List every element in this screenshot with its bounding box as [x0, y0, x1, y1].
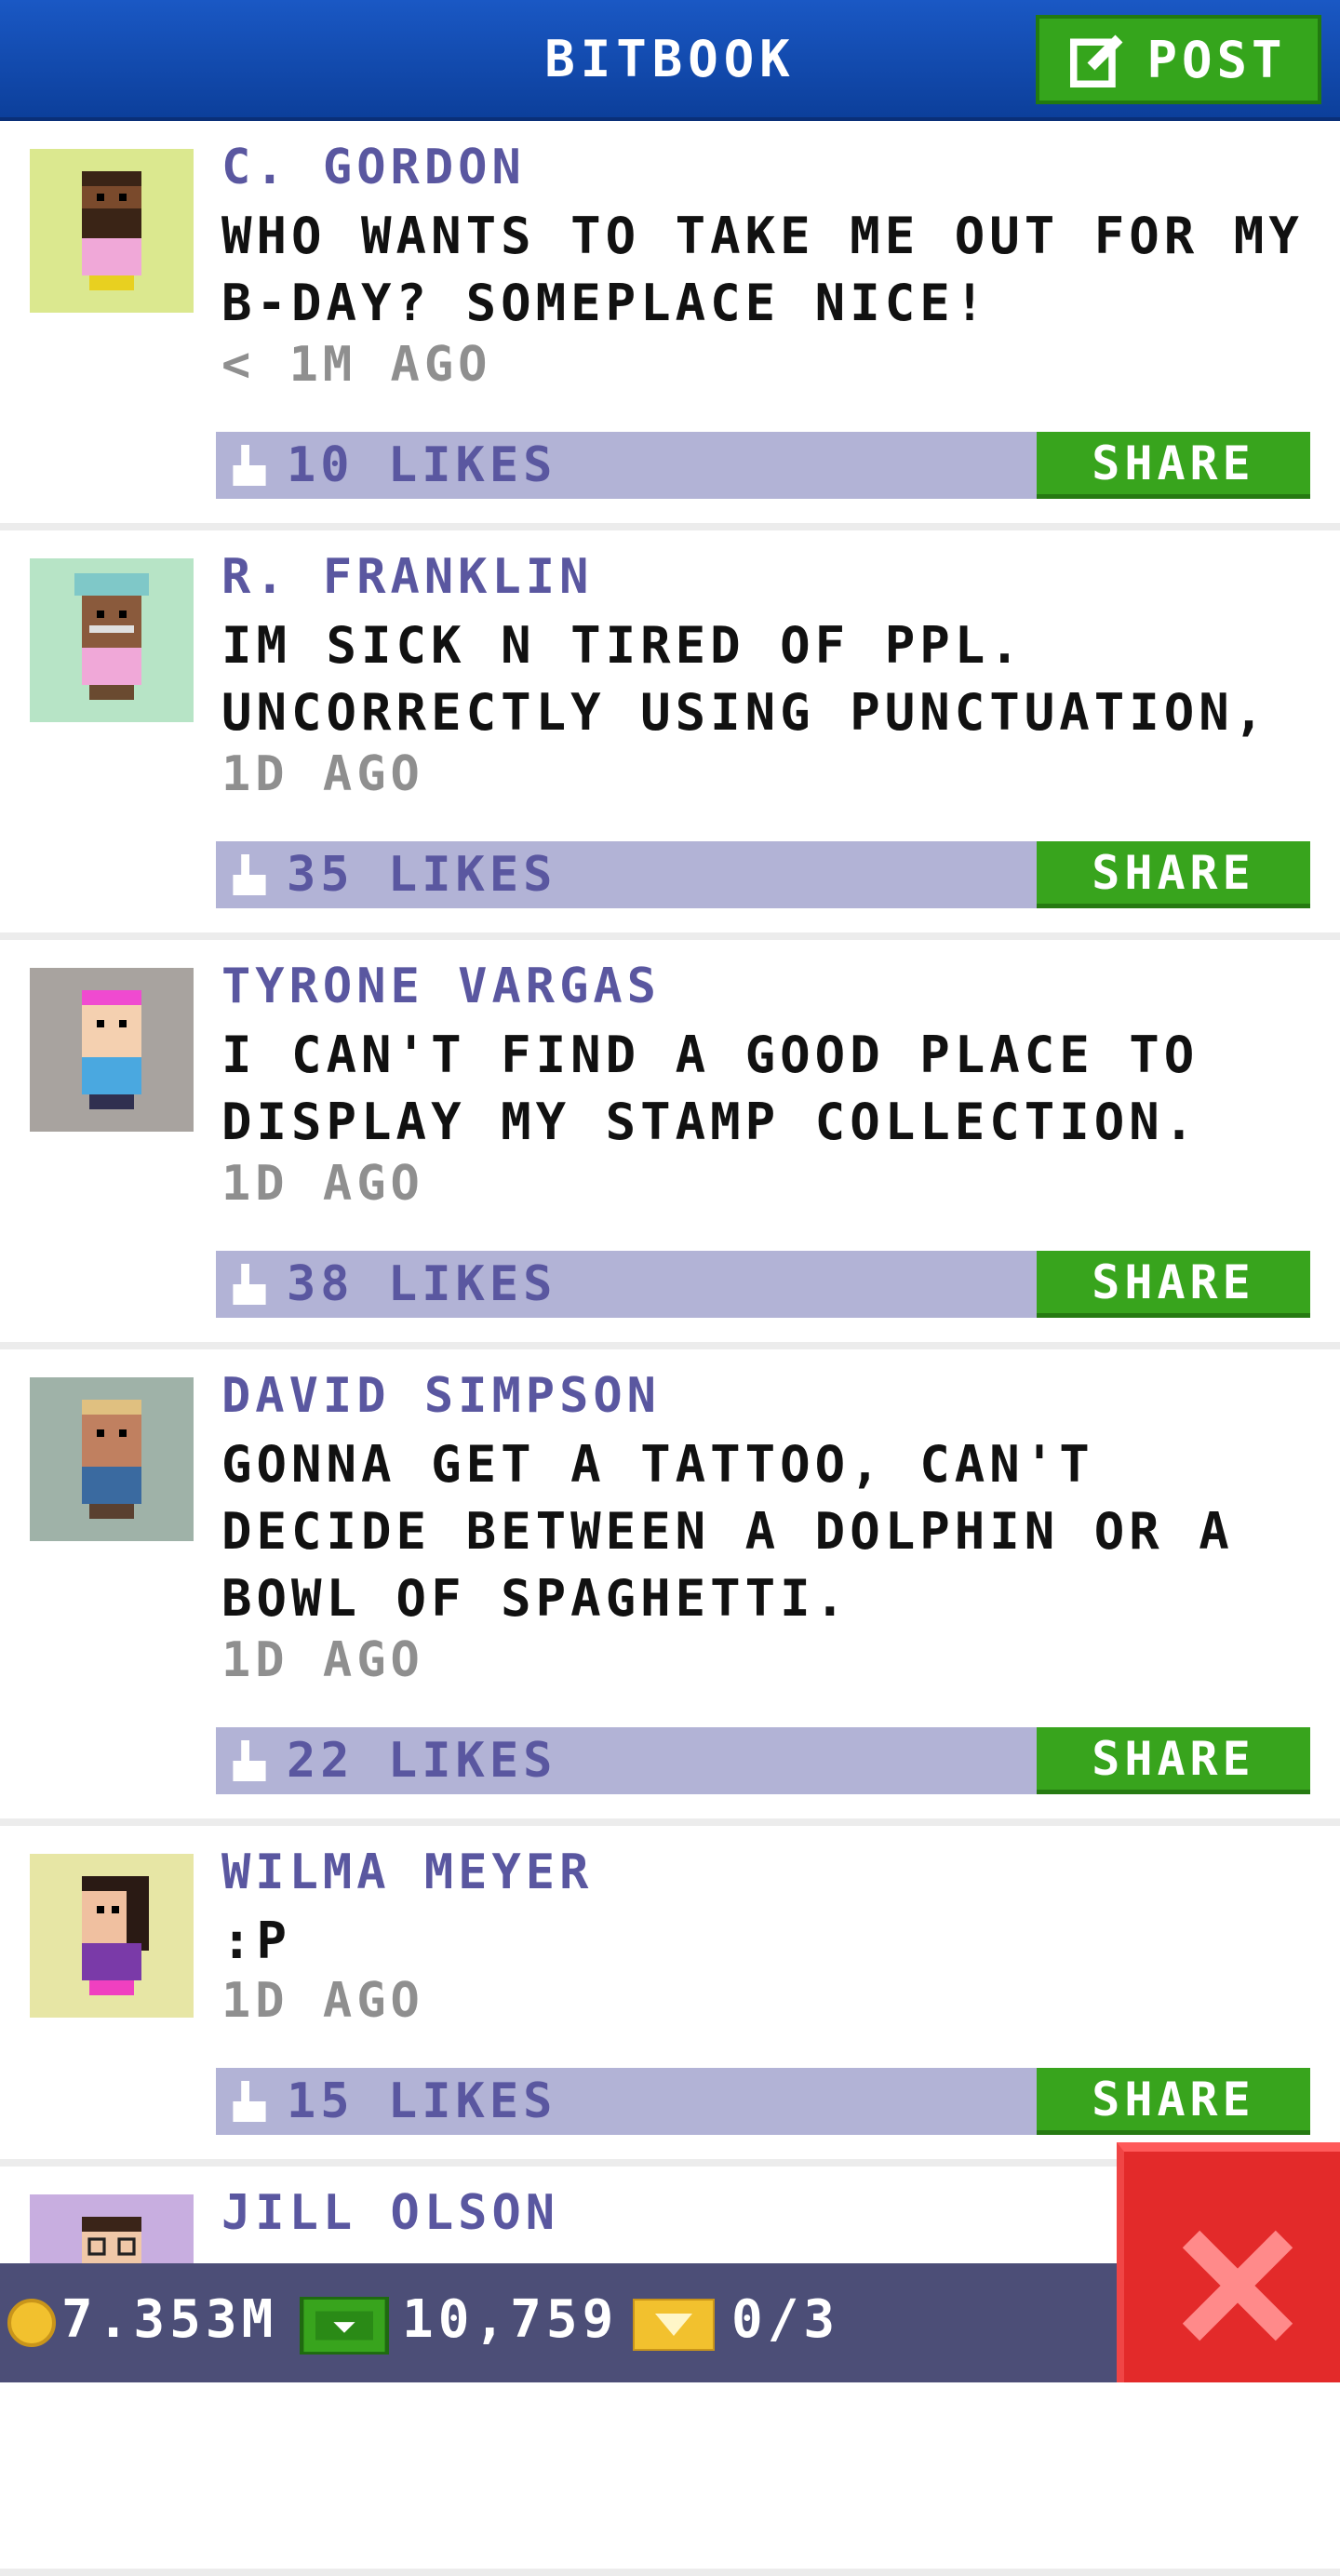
- like-bar[interactable]: 22 LIKES SHARE: [216, 1727, 1310, 1794]
- post-time: 1D AGO: [221, 1632, 424, 1688]
- avatar-bg: [30, 558, 194, 722]
- avatar[interactable]: [30, 1854, 194, 2018]
- post-author[interactable]: DAVID SIMPSON: [221, 1368, 661, 1424]
- avatar[interactable]: [30, 1377, 194, 1541]
- like-count: 22 LIKES: [287, 1733, 557, 1789]
- thumbs-up-icon: [233, 1740, 266, 1781]
- avatar[interactable]: [30, 558, 194, 722]
- thumbs-up-icon: [233, 445, 266, 486]
- avatar-bg: [30, 968, 194, 1132]
- share-button[interactable]: SHARE: [1037, 2068, 1310, 2135]
- like-bar[interactable]: 15 LIKES SHARE: [216, 2068, 1310, 2135]
- post-message: WHO WANTS TO TAKE ME OUT FOR MY B-DAY? S…: [221, 207, 1304, 332]
- like-count: 15 LIKES: [287, 2073, 557, 2129]
- feed-post: WILMA MEYER :P 1D AGO 15 LIKES SHARE: [0, 1826, 1340, 2167]
- post-author[interactable]: C. GORDON: [221, 140, 526, 195]
- post-author[interactable]: WILMA MEYER: [221, 1845, 593, 1900]
- like-count: 10 LIKES: [287, 437, 557, 493]
- post-button-label: POST: [1146, 30, 1287, 89]
- share-button[interactable]: SHARE: [1037, 1251, 1310, 1318]
- post-time: 1D AGO: [221, 1973, 424, 2029]
- post-button[interactable]: POST: [1036, 15, 1321, 104]
- post-time: 1D AGO: [221, 746, 424, 802]
- bux-count: 10,759: [402, 2289, 619, 2350]
- avatar[interactable]: [30, 149, 194, 313]
- close-icon: [1182, 2230, 1293, 2341]
- like-bar[interactable]: 35 LIKES SHARE: [216, 841, 1310, 908]
- coin-count: 7.353M: [61, 2289, 278, 2350]
- thumbs-up-icon: [233, 1264, 266, 1305]
- post-message: :P: [221, 1912, 292, 1970]
- post-author[interactable]: R. FRANKLIN: [221, 549, 593, 605]
- post-author[interactable]: JILL OLSON: [221, 2185, 559, 2241]
- like-bar[interactable]: 38 LIKES SHARE: [216, 1251, 1310, 1318]
- ticket-icon: [633, 2299, 715, 2351]
- thumbs-up-icon: [233, 854, 266, 895]
- share-button[interactable]: SHARE: [1037, 841, 1310, 908]
- avatar[interactable]: [30, 968, 194, 1132]
- feed-post: TYRONE VARGAS I CAN'T FIND A GOOD PLACE …: [0, 940, 1340, 1349]
- post-message: I CAN'T FIND A GOOD PLACE TO DISPLAY MY …: [221, 1026, 1199, 1151]
- post-author[interactable]: TYRONE VARGAS: [221, 959, 661, 1014]
- bux-icon: [300, 2297, 389, 2355]
- close-button[interactable]: [1117, 2142, 1340, 2382]
- like-count: 35 LIKES: [287, 847, 557, 903]
- coin-icon: [7, 2299, 56, 2347]
- share-button[interactable]: SHARE: [1037, 432, 1310, 499]
- post-time: < 1M AGO: [221, 337, 492, 393]
- feed-post: DAVID SIMPSON GONNA GET A TATTOO, CAN'T …: [0, 1349, 1340, 1826]
- like-bar[interactable]: 10 LIKES SHARE: [216, 432, 1310, 499]
- feed-post: R. FRANKLIN IM SICK N TIRED OF PPL. UNCO…: [0, 530, 1340, 940]
- like-count: 38 LIKES: [287, 1256, 557, 1312]
- header-bar: BITBOOK POST: [0, 0, 1340, 121]
- feed-post: C. GORDON WHO WANTS TO TAKE ME OUT FOR M…: [0, 121, 1340, 530]
- avatar-bg: [30, 1377, 194, 1541]
- post-message: GONNA GET A TATTOO, CAN'T DECIDE BETWEEN…: [221, 1435, 1234, 1628]
- post-time: 1D AGO: [221, 1156, 424, 1212]
- share-button[interactable]: SHARE: [1037, 1727, 1310, 1794]
- avatar-bg: [30, 149, 194, 313]
- avatar-bg: [30, 1854, 194, 2018]
- compose-icon: [1070, 34, 1123, 87]
- ticket-count: 0/3: [731, 2289, 840, 2350]
- thumbs-up-icon: [233, 2081, 266, 2122]
- post-message: IM SICK N TIRED OF PPL. UNCORRECTLY USIN…: [221, 616, 1269, 742]
